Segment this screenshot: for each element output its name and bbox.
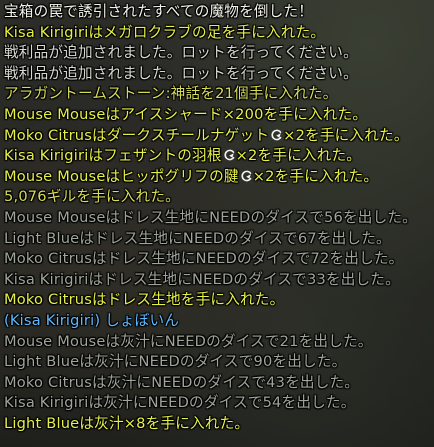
chat-line: 5,076ギルを手に入れた。 xyxy=(4,187,434,208)
chat-text: 戦利品が追加されました。ロットを行ってください。 xyxy=(4,44,358,62)
chat-text: は灰汁にNEEDのダイスで43を出した。 xyxy=(92,373,360,391)
chat-text: はメガロクラブの足を手に入れた。 xyxy=(88,23,326,41)
chat-speaker: Mouse Mouse xyxy=(4,208,106,226)
chat-line: Kisa Kirigiriは灰汁にNEEDのダイスで54を出した。 xyxy=(4,393,434,414)
chat-speaker: Mouse Mouse xyxy=(4,167,106,185)
chat-text: (Kisa Kirigiri) しょぼいん xyxy=(4,311,180,329)
chat-line: Light Blueは灰汁×8を手に入れた。 xyxy=(4,414,434,435)
chat-text: は灰汁にNEEDのダイスで21を出した。 xyxy=(105,332,373,350)
chat-speaker: Kisa Kirigiri xyxy=(4,23,89,41)
hq-icon xyxy=(270,129,282,141)
chat-text: アラガントームストーン:神話を21個手に入れた。 xyxy=(4,85,338,103)
chat-speaker: Mouse Mouse xyxy=(4,105,106,123)
chat-text: 宝箱の罠で誘引されたすべての魔物を倒した！ xyxy=(4,3,314,20)
chat-line: Mouse Mouseは灰汁にNEEDのダイスで21を出した。 xyxy=(4,332,434,353)
chat-line: Mouse Mouseはヒッポグリフの腱 ×2を手に入れた。 xyxy=(4,167,434,188)
chat-text: ×2を手に入れた。 xyxy=(283,126,409,144)
chat-speaker: Mouse Mouse xyxy=(4,332,106,350)
chat-log: 宝箱の罠で誘引されたすべての魔物を倒した！ Kisa Kirigiriはメガロクラ… xyxy=(4,2,434,434)
chat-line: Mouse Mouseはドレス生地にNEEDのダイスで56を出した。 xyxy=(4,208,434,229)
chat-line: アラガントームストーン:神話を21個手に入れた。 xyxy=(4,84,434,105)
chat-line: Moko Citrusはドレス生地を手に入れた。 xyxy=(4,290,434,311)
chat-line: Light Blueは灰汁にNEEDのダイスで90を出した。 xyxy=(4,352,434,373)
chat-text: はヒッポグリフの腱 xyxy=(105,167,239,185)
chat-speaker: Moko Citrus xyxy=(4,373,93,391)
chat-speaker: Moko Citrus xyxy=(4,126,93,144)
chat-line: 宝箱の罠で誘引されたすべての魔物を倒した！ xyxy=(4,2,434,23)
chat-text: はフェザントの羽根 xyxy=(88,147,222,165)
chat-text: ×2を手に入れた。 xyxy=(235,147,362,165)
chat-text: はドレス生地にNEEDのダイスで33を出した。 xyxy=(88,270,400,288)
chat-text: ×2を手に入れた。 xyxy=(252,167,379,185)
chat-line: Kisa Kirigiriはメガロクラブの足を手に入れた。 xyxy=(4,23,434,44)
chat-text: はドレス生地にNEEDのダイスで67を出した。 xyxy=(79,229,391,247)
chat-speaker: Light Blue xyxy=(4,353,80,371)
chat-text: 戦利品が追加されました。ロットを行ってください。 xyxy=(4,64,358,82)
chat-text: 5,076ギルを手に入れた。 xyxy=(4,188,180,206)
chat-line: Moko Citrusは灰汁にNEEDのダイスで43を出した。 xyxy=(4,373,434,394)
chat-line: 戦利品が追加されました。ロットを行ってください。 xyxy=(4,64,434,85)
chat-line: Mouse Mouseはアイスシャード×200を手に入れた。 xyxy=(4,105,434,126)
chat-line: Moko Citrusはダークスチールナゲット ×2を手に入れた。 xyxy=(4,126,434,147)
chat-speaker: Kisa Kirigiri xyxy=(4,270,89,288)
chat-text: はダークスチールナゲット xyxy=(92,126,270,144)
chat-line: Moko Citrusはドレス生地にNEEDのダイスで72を出した。 xyxy=(4,249,434,270)
chat-text: は灰汁にNEEDのダイスで90を出した。 xyxy=(79,353,347,371)
hq-icon xyxy=(240,170,252,182)
chat-text: はアイスシャード×200を手に入れた。 xyxy=(105,105,368,123)
chat-line: Kisa Kirigiriはフェザントの羽根 ×2を手に入れた。 xyxy=(4,146,434,167)
chat-speaker: Moko Citrus xyxy=(4,291,93,309)
chat-line: Kisa Kirigiriはドレス生地にNEEDのダイスで33を出した。 xyxy=(4,270,434,291)
chat-text: は灰汁×8を手に入れた。 xyxy=(79,414,250,432)
chat-text: はドレス生地を手に入れた。 xyxy=(92,291,285,309)
chat-text: はドレス生地にNEEDのダイスで56を出した。 xyxy=(105,208,417,226)
chat-line: (Kisa Kirigiri) しょぼいん xyxy=(4,311,434,332)
chat-line: 戦利品が追加されました。ロットを行ってください。 xyxy=(4,43,434,64)
chat-speaker: Kisa Kirigiri xyxy=(4,394,89,412)
chat-speaker: Light Blue xyxy=(4,229,80,247)
chat-line: Light Blueはドレス生地にNEEDのダイスで67を出した。 xyxy=(4,229,434,250)
hq-icon xyxy=(223,149,235,161)
chat-text: はドレス生地にNEEDのダイスで72を出した。 xyxy=(92,250,404,268)
chat-speaker: Light Blue xyxy=(4,414,80,432)
chat-speaker: Kisa Kirigiri xyxy=(4,147,89,165)
chat-text: は灰汁にNEEDのダイスで54を出した。 xyxy=(88,394,356,412)
chat-speaker: Moko Citrus xyxy=(4,250,93,268)
